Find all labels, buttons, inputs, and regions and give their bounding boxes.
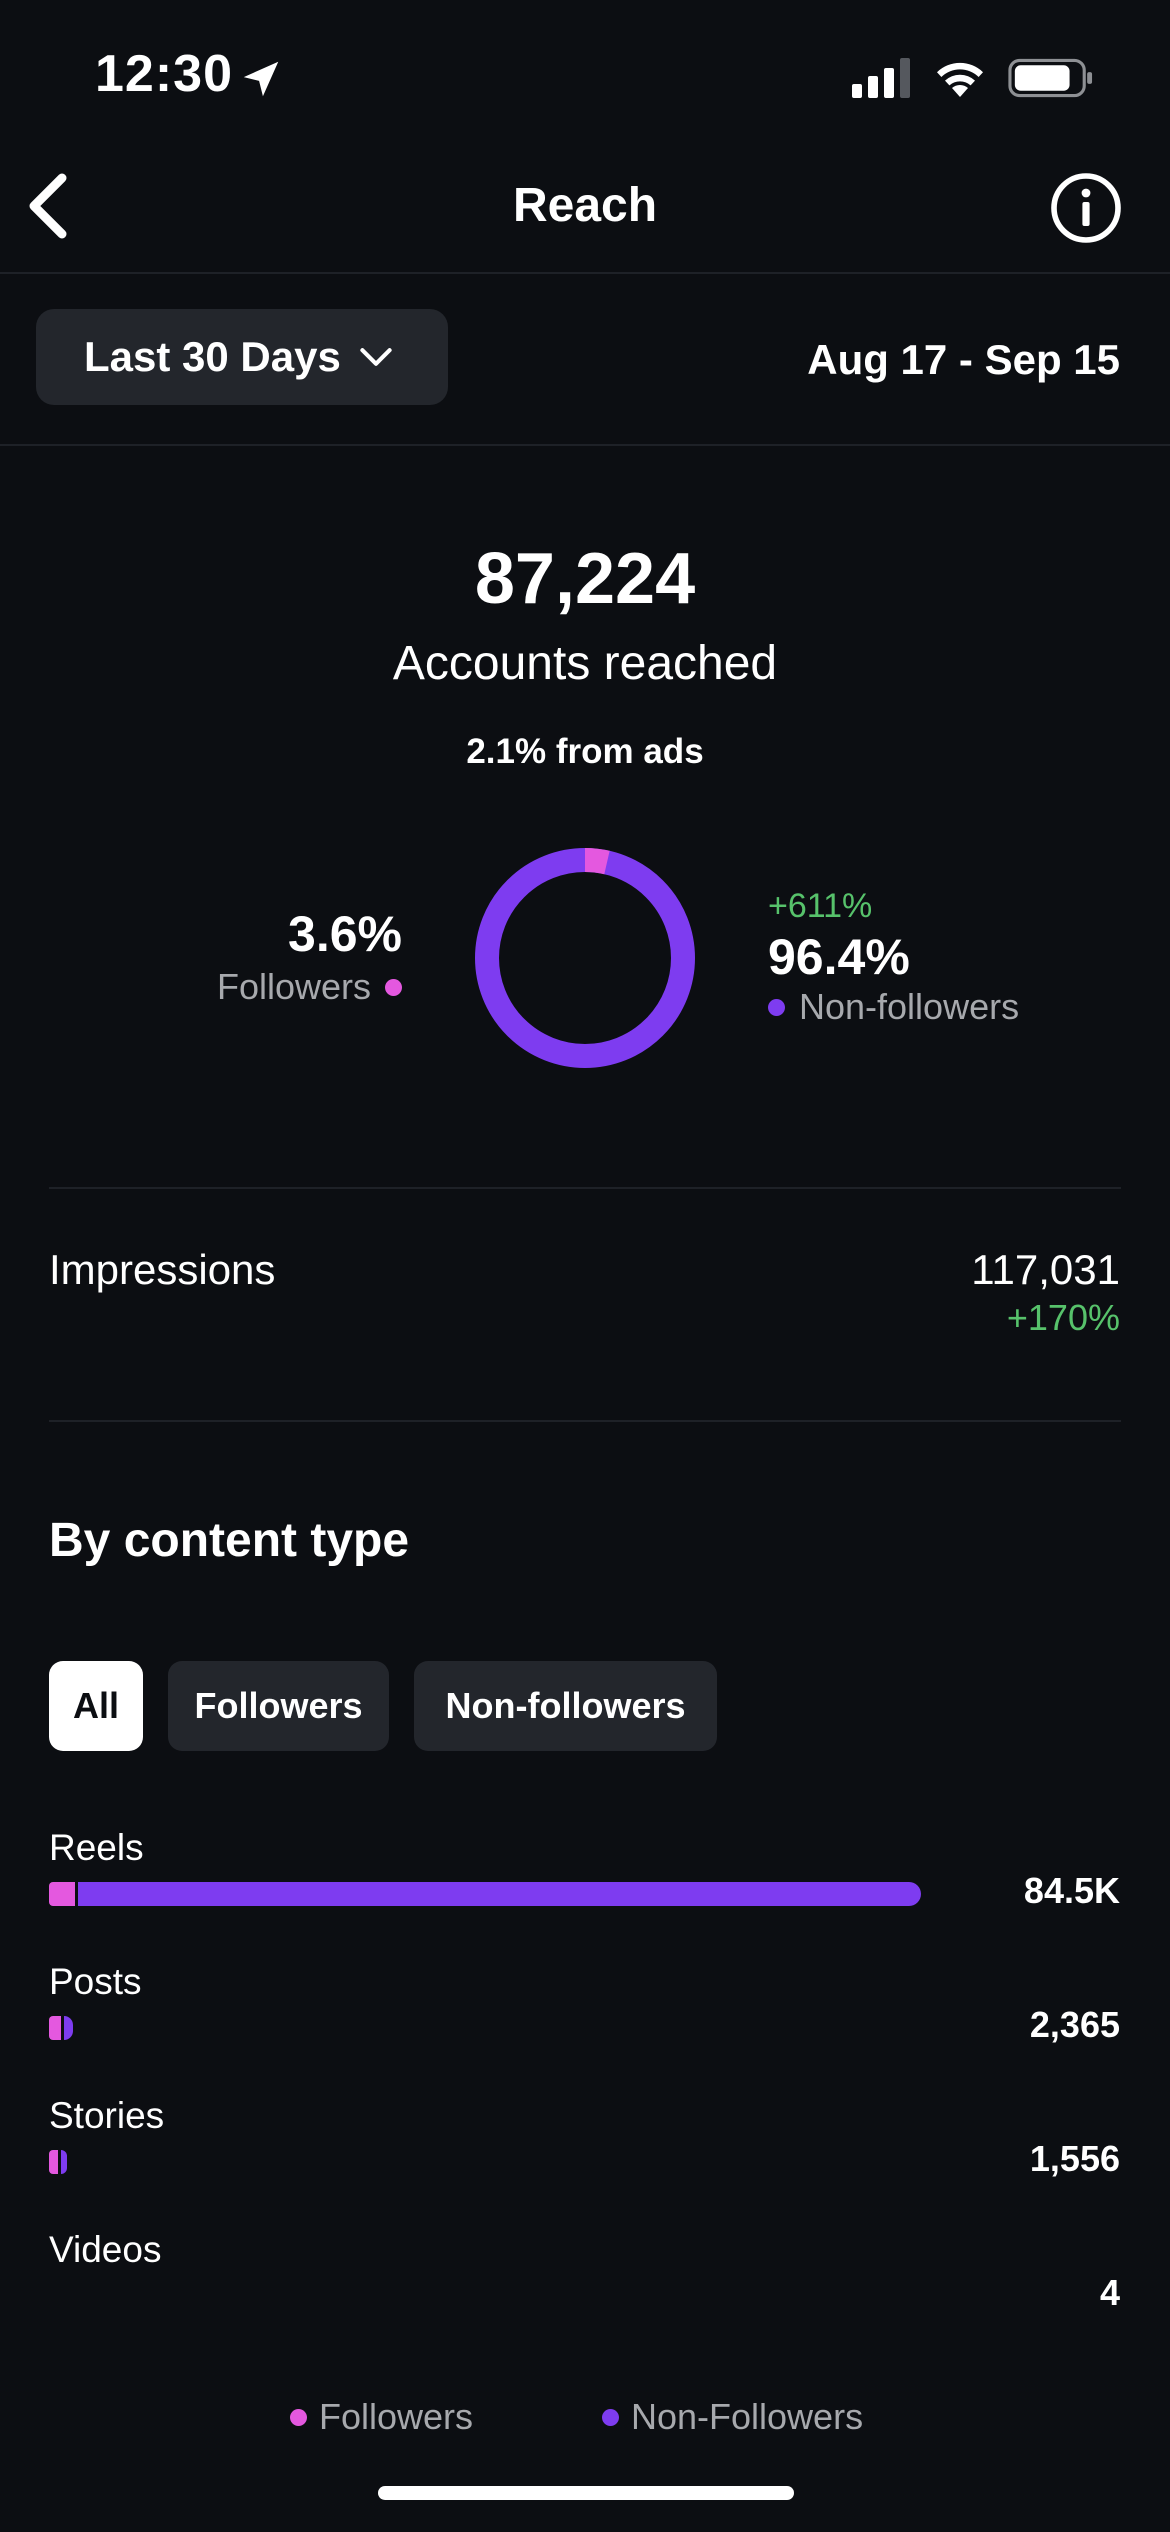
bar-nonfollowers-segment (78, 1882, 921, 1906)
followers-dot (385, 978, 402, 996)
content-row-label-videos: Videos (49, 2229, 162, 2270)
content-row-label-stories: Stories (49, 2095, 165, 2136)
chip-followers[interactable]: Followers (168, 1661, 389, 1751)
followers-legend: Followers (217, 966, 402, 1008)
content-row-value-posts: 2,365 (1029, 2004, 1120, 2045)
page-title: Reach (512, 179, 658, 232)
nonfollowers-change: +611% (768, 887, 873, 925)
accounts-reached-label: Accounts reached (392, 637, 778, 690)
content-row-label-posts: Posts (49, 1961, 142, 2002)
location-arrow-icon (243, 61, 279, 97)
summary-divider (49, 1187, 1121, 1189)
nonfollowers-percent: 96.4% (768, 929, 910, 985)
donut-segment-nonfollowers (475, 848, 695, 1068)
impressions-divider (49, 1420, 1121, 1422)
followers-donut-chart (475, 848, 695, 1068)
legend-followers-label: Followers (319, 2396, 474, 2437)
impressions-value: 117,031 (971, 1246, 1120, 1293)
content-row-value-reels: 84.5K (1023, 1870, 1120, 1911)
date-range: Aug 17 - Sep 15 (807, 336, 1120, 383)
bar-followers-segment (49, 1882, 76, 1906)
nonfollowers-legend-label: Non-followers (799, 986, 1020, 1027)
impressions-label: Impressions (49, 1246, 276, 1293)
followers-percent: 3.6% (288, 906, 402, 962)
period-dropdown[interactable]: Last 30 Days (36, 309, 448, 405)
content-row-value-videos: 4 (1099, 2272, 1120, 2313)
impressions-change: +170% (1006, 1297, 1120, 1338)
chip-all[interactable]: All (49, 1661, 143, 1751)
nonfollowers-legend: Non-followers (768, 986, 1019, 1028)
info-icon[interactable] (1050, 172, 1122, 244)
ads-share: 2.1% from ads (466, 732, 704, 771)
status-time: 12:30 (95, 45, 233, 103)
date-divider (0, 444, 1170, 446)
home-indicator (378, 2486, 794, 2500)
legend-nonfollowers-dot (602, 2408, 619, 2426)
chevron-down-icon (360, 348, 392, 366)
cellular-signal-icon (852, 58, 910, 98)
header-divider (0, 272, 1170, 274)
battery-icon (1008, 58, 1093, 98)
period-label: Last 30 Days (84, 333, 341, 380)
followers-legend-label: Followers (216, 966, 371, 1007)
nonfollowers-dot (768, 998, 785, 1016)
wifi-icon (937, 62, 983, 97)
content-row-label-reels: Reels (49, 1827, 144, 1868)
legend-nonfollowers: Non-Followers (602, 2396, 863, 2438)
legend-followers: Followers (290, 2396, 473, 2438)
legend-followers-dot (290, 2408, 307, 2426)
bar-followers-segment (49, 2150, 59, 2174)
bar-nonfollowers-segment (64, 2016, 74, 2040)
donut-segment-followers (584, 848, 610, 875)
content-bar-reels (49, 1882, 921, 1906)
content-type-title: By content type (49, 1514, 410, 1567)
bar-followers-segment (49, 2016, 62, 2040)
content-bar-posts (49, 2016, 74, 2040)
content-row-value-stories: 1,556 (1029, 2138, 1120, 2179)
bar-nonfollowers-segment (61, 2150, 68, 2174)
legend-nonfollowers-label: Non-Followers (631, 2396, 864, 2437)
accounts-reached-count: 87,224 (474, 539, 696, 619)
chip-nonfollowers[interactable]: Non-followers (414, 1661, 717, 1751)
content-bar-stories (49, 2150, 68, 2174)
